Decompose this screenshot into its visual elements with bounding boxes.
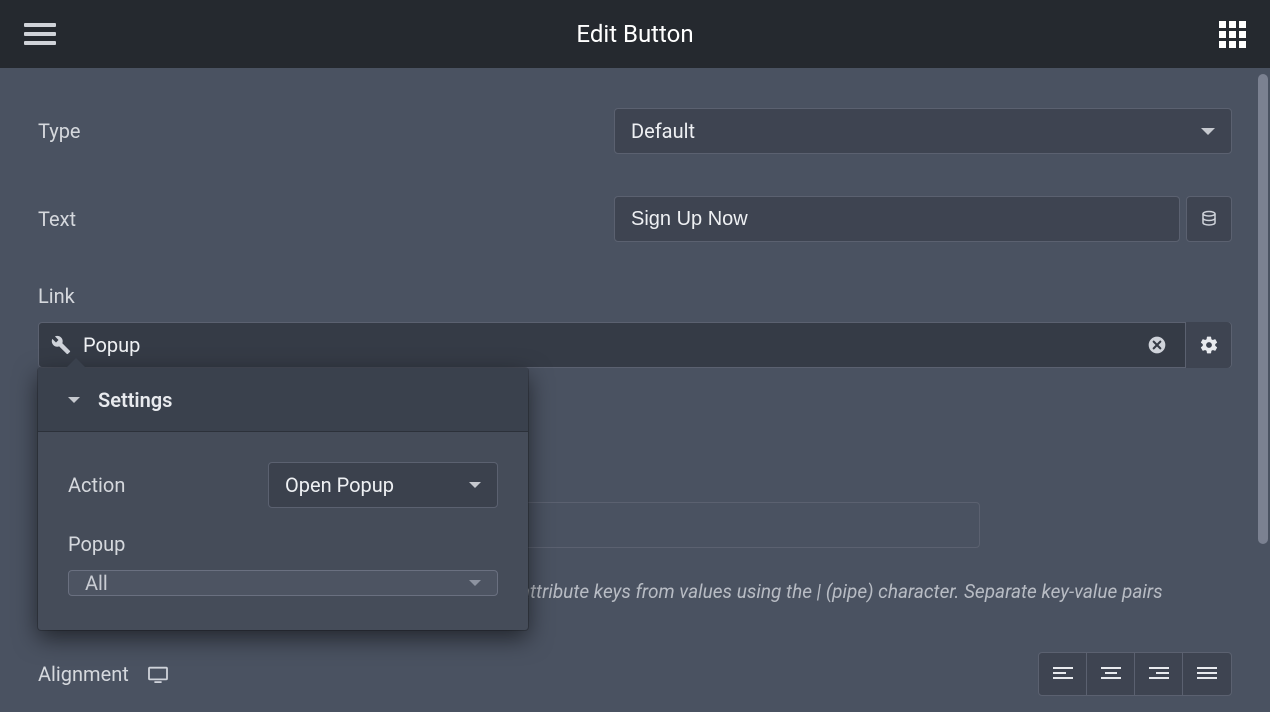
align-center-icon [1101,666,1121,682]
popup-label: Popup [68,532,498,556]
link-field[interactable]: Popup [38,322,1232,368]
popup-select[interactable]: All [68,570,498,596]
apps-grid-icon[interactable] [1219,21,1246,48]
header-bar: Edit Button [0,0,1270,68]
hint-text: attribute keys from values using the | (… [520,578,1230,607]
align-center-button[interactable] [1087,653,1135,695]
action-select[interactable]: Open Popup [268,462,498,508]
dynamic-tags-button[interactable] [1186,196,1232,242]
scrollbar-thumb[interactable] [1258,74,1268,544]
type-label: Type [38,119,614,143]
wrench-icon [51,335,71,355]
alignment-buttons [1038,652,1232,696]
type-value: Default [631,119,695,143]
type-select[interactable]: Default [614,108,1232,154]
close-circle-icon [1147,335,1167,355]
page-title: Edit Button [576,20,693,48]
popover-header[interactable]: Settings [38,368,528,432]
popup-value: All [85,571,108,595]
chevron-down-icon [469,482,481,488]
action-row: Action Open Popup [68,462,498,508]
popover-body: Action Open Popup Popup All [38,432,528,630]
align-right-icon [1149,666,1169,682]
link-settings-button[interactable] [1185,322,1231,368]
popup-row: Popup All [68,532,498,596]
action-value: Open Popup [285,473,394,497]
align-justify-button[interactable] [1183,653,1231,695]
type-row: Type Default [38,108,1232,154]
chevron-down-icon [1201,128,1215,135]
alignment-label: Alignment [38,662,129,686]
collapse-icon [68,397,80,403]
custom-attributes-input[interactable] [520,502,980,548]
align-justify-icon [1197,666,1217,682]
database-icon [1200,210,1218,228]
link-label-row: Link [38,284,1232,308]
link-value: Popup [83,333,1133,357]
align-left-button[interactable] [1039,653,1087,695]
text-label: Text [38,207,614,231]
scrollbar[interactable] [1256,68,1270,712]
gear-icon [1199,335,1219,355]
clear-link-button[interactable] [1145,333,1169,357]
align-left-icon [1053,666,1073,682]
link-label: Link [38,284,614,308]
text-input[interactable] [614,196,1180,242]
align-right-button[interactable] [1135,653,1183,695]
responsive-icon[interactable] [147,665,169,683]
text-row: Text [38,196,1232,242]
menu-icon[interactable] [24,23,56,45]
content-area: Type Default Text Link Popu [0,68,1270,712]
chevron-down-icon [469,580,481,586]
alignment-row: Alignment [38,652,1232,696]
popover-title: Settings [98,388,172,412]
link-settings-popover: Settings Action Open Popup Popup All [38,368,528,630]
action-label: Action [68,473,268,497]
